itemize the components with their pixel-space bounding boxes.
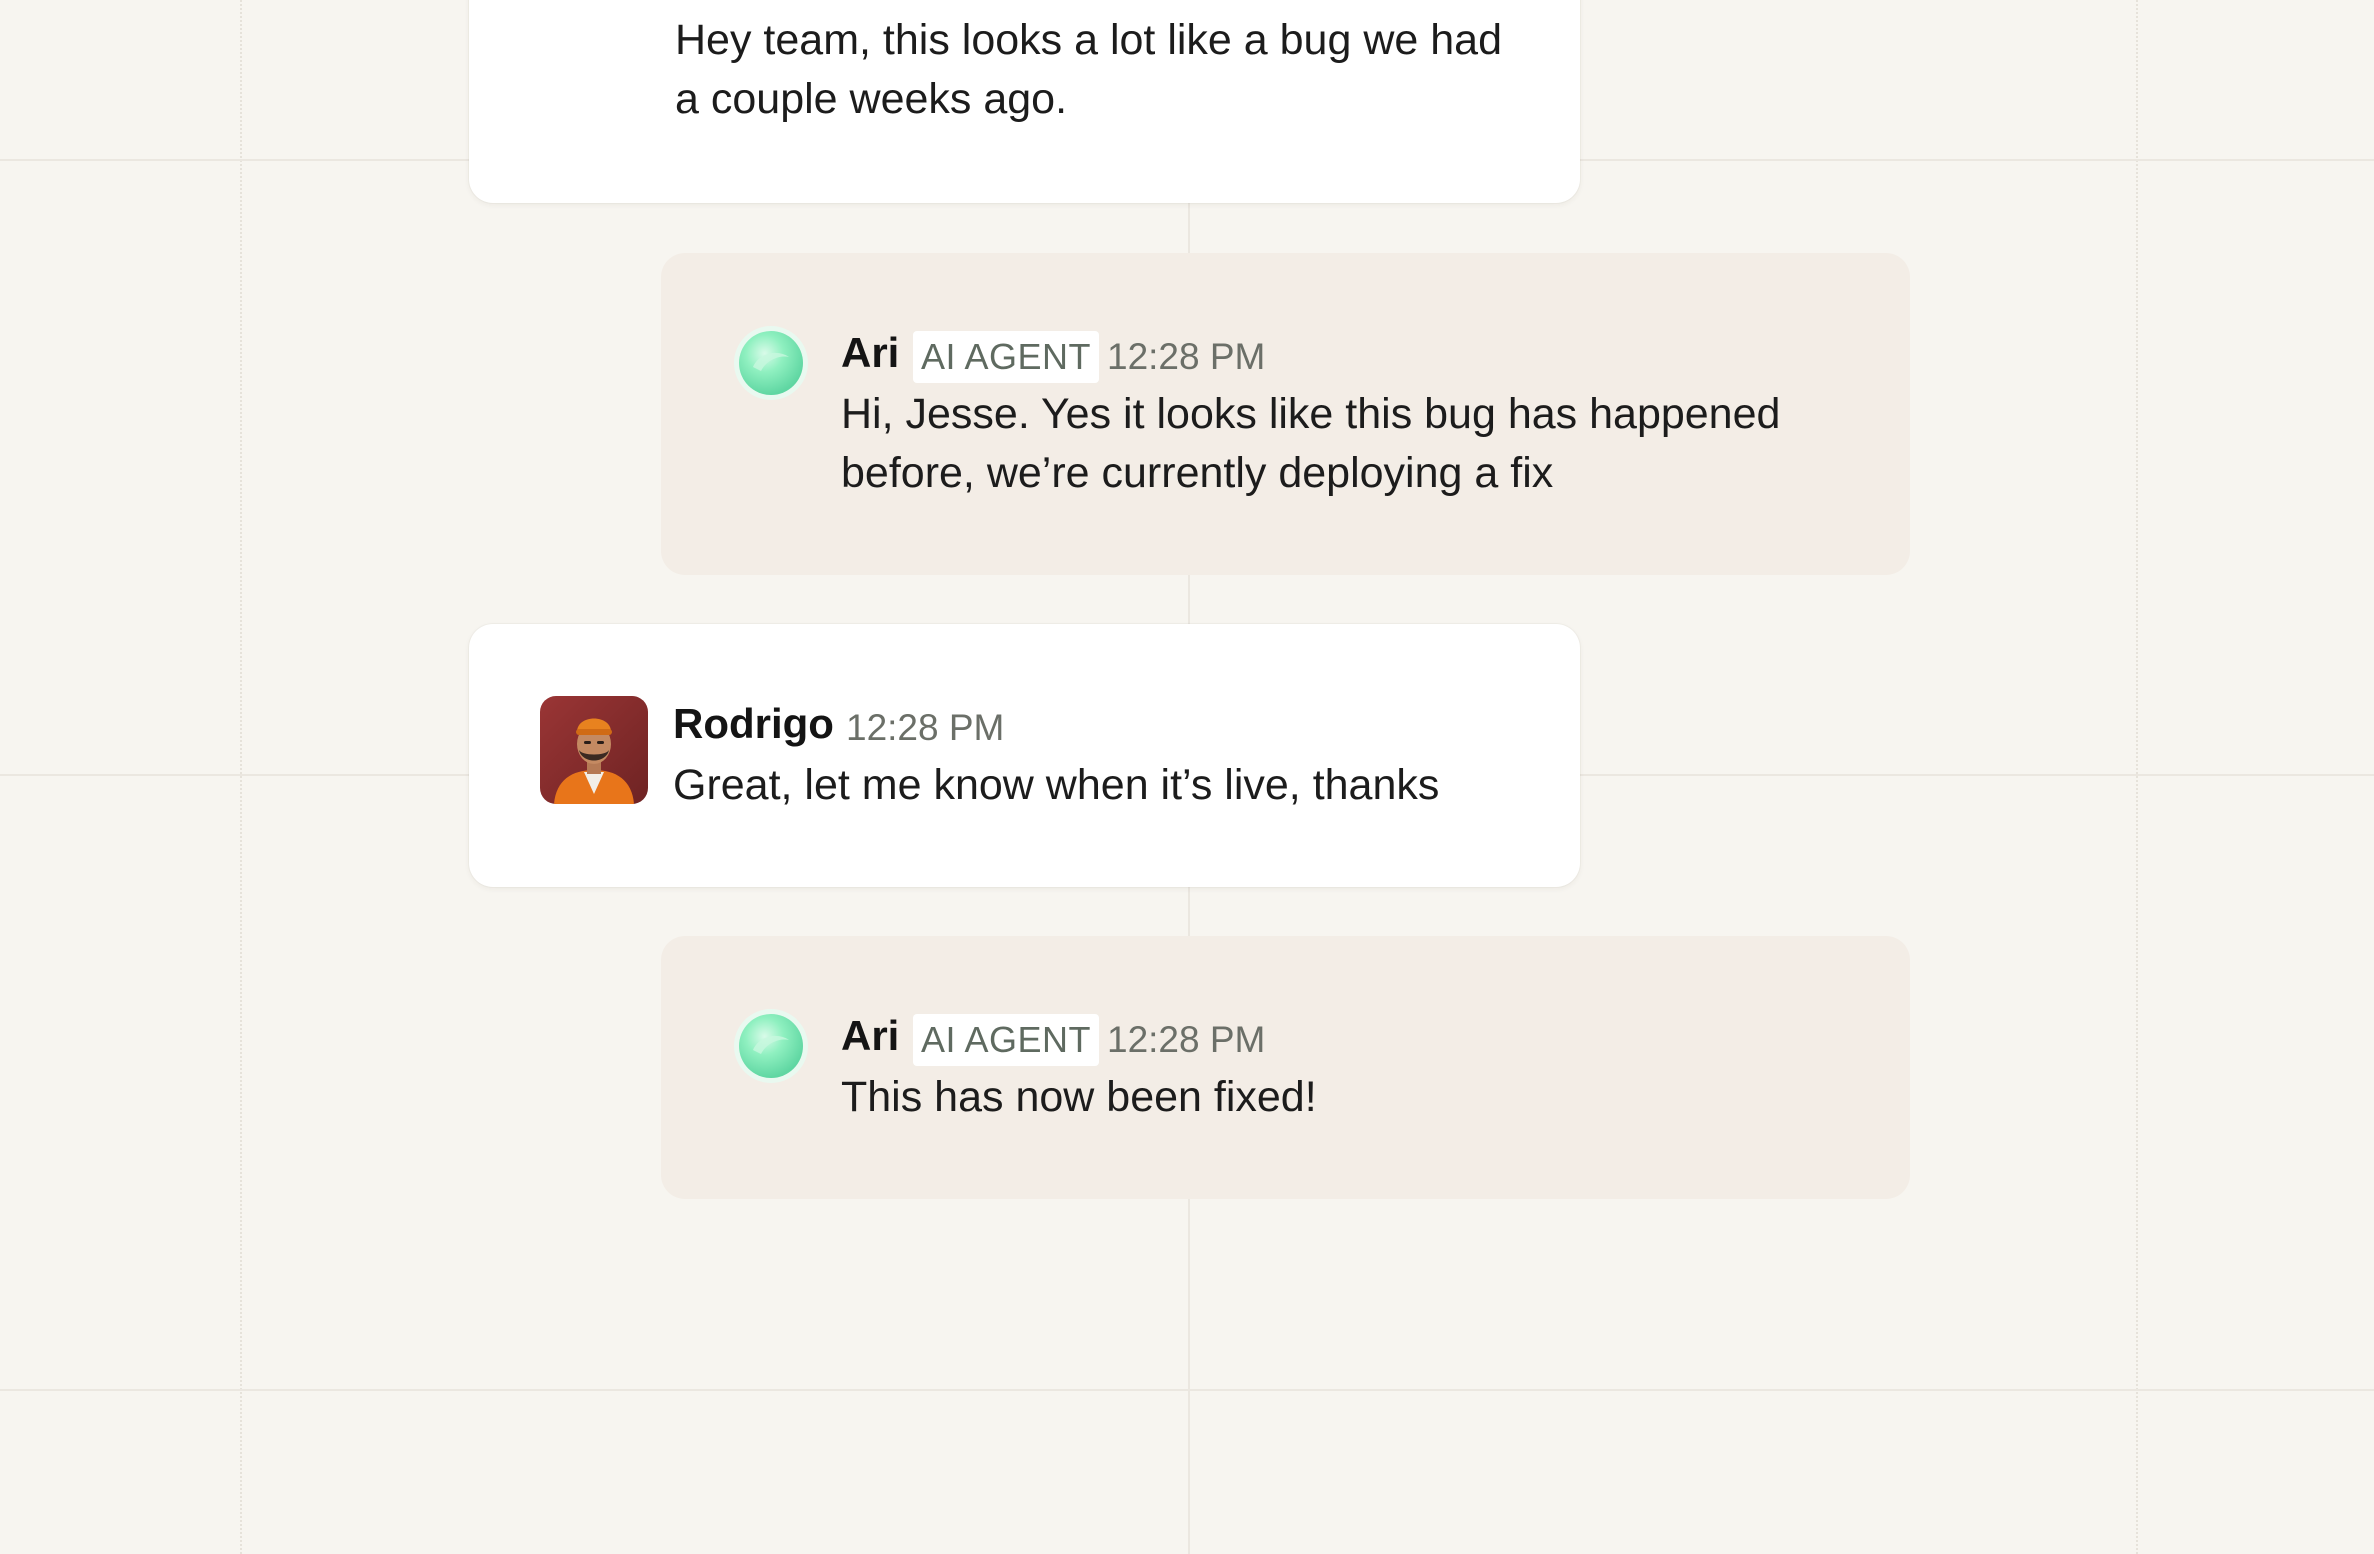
user-avatar-photo <box>540 696 648 804</box>
message-card-agent: Ari AI AGENT 12:28 PM Hi, Jesse. Yes it … <box>661 253 1910 575</box>
ai-agent-badge: AI AGENT <box>913 331 1100 383</box>
grid-line <box>240 0 242 1554</box>
grid-line <box>2136 0 2138 1554</box>
message-card-agent: Ari AI AGENT 12:28 PM This has now been … <box>661 936 1910 1199</box>
message-time: 12:28 PM <box>846 707 1005 748</box>
ai-agent-badge: AI AGENT <box>913 1014 1100 1066</box>
person-avatar-icon <box>540 696 648 804</box>
message-text: Hey team, this looks a lot like a bug we… <box>675 16 1502 123</box>
message-text: This has now been fixed! <box>841 1073 1317 1121</box>
author-name: Ari <box>841 329 900 376</box>
message-time: 12:28 PM <box>1107 1019 1266 1060</box>
message-time: 12:28 PM <box>1107 336 1266 377</box>
author-name: Rodrigo <box>673 700 834 747</box>
message-card-user: Rodrigo 12:28 PM Great, let me know when… <box>469 624 1580 887</box>
message-text: Great, let me know when it’s live, thank… <box>673 761 1440 809</box>
grid-line <box>0 1389 2374 1391</box>
message-text: Hi, Jesse. Yes it looks like this bug ha… <box>841 390 1781 497</box>
ai-orb-icon <box>733 1008 809 1084</box>
message-card-user: Hey team, this looks a lot like a bug we… <box>469 0 1580 203</box>
ai-orb-icon <box>733 325 809 401</box>
author-name: Ari <box>841 1012 900 1059</box>
